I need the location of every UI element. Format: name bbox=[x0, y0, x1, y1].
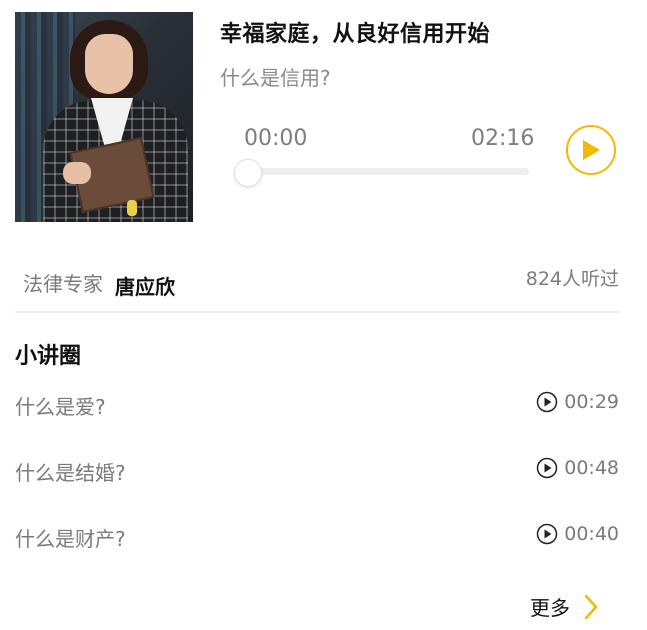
play-button[interactable] bbox=[566, 125, 616, 175]
play-circle-icon[interactable] bbox=[536, 457, 558, 479]
more-label: 更多 bbox=[530, 596, 570, 620]
play-circle-icon[interactable] bbox=[536, 523, 558, 545]
track-duration: 00:40 bbox=[564, 523, 619, 545]
lesson-title: 幸福家庭，从良好信用开始 bbox=[220, 22, 491, 47]
chevron-right-icon bbox=[584, 594, 598, 619]
current-time: 00:00 bbox=[244, 126, 308, 151]
listen-count: 824人听过 bbox=[525, 268, 619, 290]
track-duration: 00:48 bbox=[564, 457, 619, 479]
total-duration: 02:16 bbox=[471, 126, 535, 151]
play-circle-icon[interactable] bbox=[536, 391, 558, 413]
track-item[interactable]: 什么是爱? 00:29 bbox=[0, 387, 647, 427]
track-title: 什么是爱? bbox=[15, 395, 106, 419]
more-link[interactable]: 更多 bbox=[530, 592, 598, 621]
speaker-role: 法律专家 bbox=[23, 272, 103, 296]
track-item[interactable]: 什么是财产? 00:40 bbox=[0, 519, 647, 559]
speaker-name[interactable]: 唐应欣 bbox=[115, 271, 175, 300]
speaker-cover-photo bbox=[15, 12, 193, 222]
section-title: 小讲圈 bbox=[15, 344, 82, 369]
lesson-subtitle: 什么是信用? bbox=[220, 66, 331, 90]
track-duration-group: 00:40 bbox=[536, 523, 619, 545]
divider bbox=[15, 311, 620, 313]
track-item[interactable]: 什么是结婚? 00:48 bbox=[0, 453, 647, 493]
track-duration-group: 00:29 bbox=[536, 391, 619, 413]
track-title: 什么是财产? bbox=[15, 527, 126, 551]
track-duration-group: 00:48 bbox=[536, 457, 619, 479]
progress-thumb[interactable] bbox=[234, 159, 262, 187]
audio-lesson-page: 幸福家庭，从良好信用开始 什么是信用? 00:00 02:16 法律专家 唐应欣… bbox=[0, 0, 647, 630]
play-icon bbox=[583, 140, 600, 160]
progress-bar[interactable] bbox=[246, 168, 529, 175]
track-duration: 00:29 bbox=[564, 391, 619, 413]
track-title: 什么是结婚? bbox=[15, 461, 126, 485]
